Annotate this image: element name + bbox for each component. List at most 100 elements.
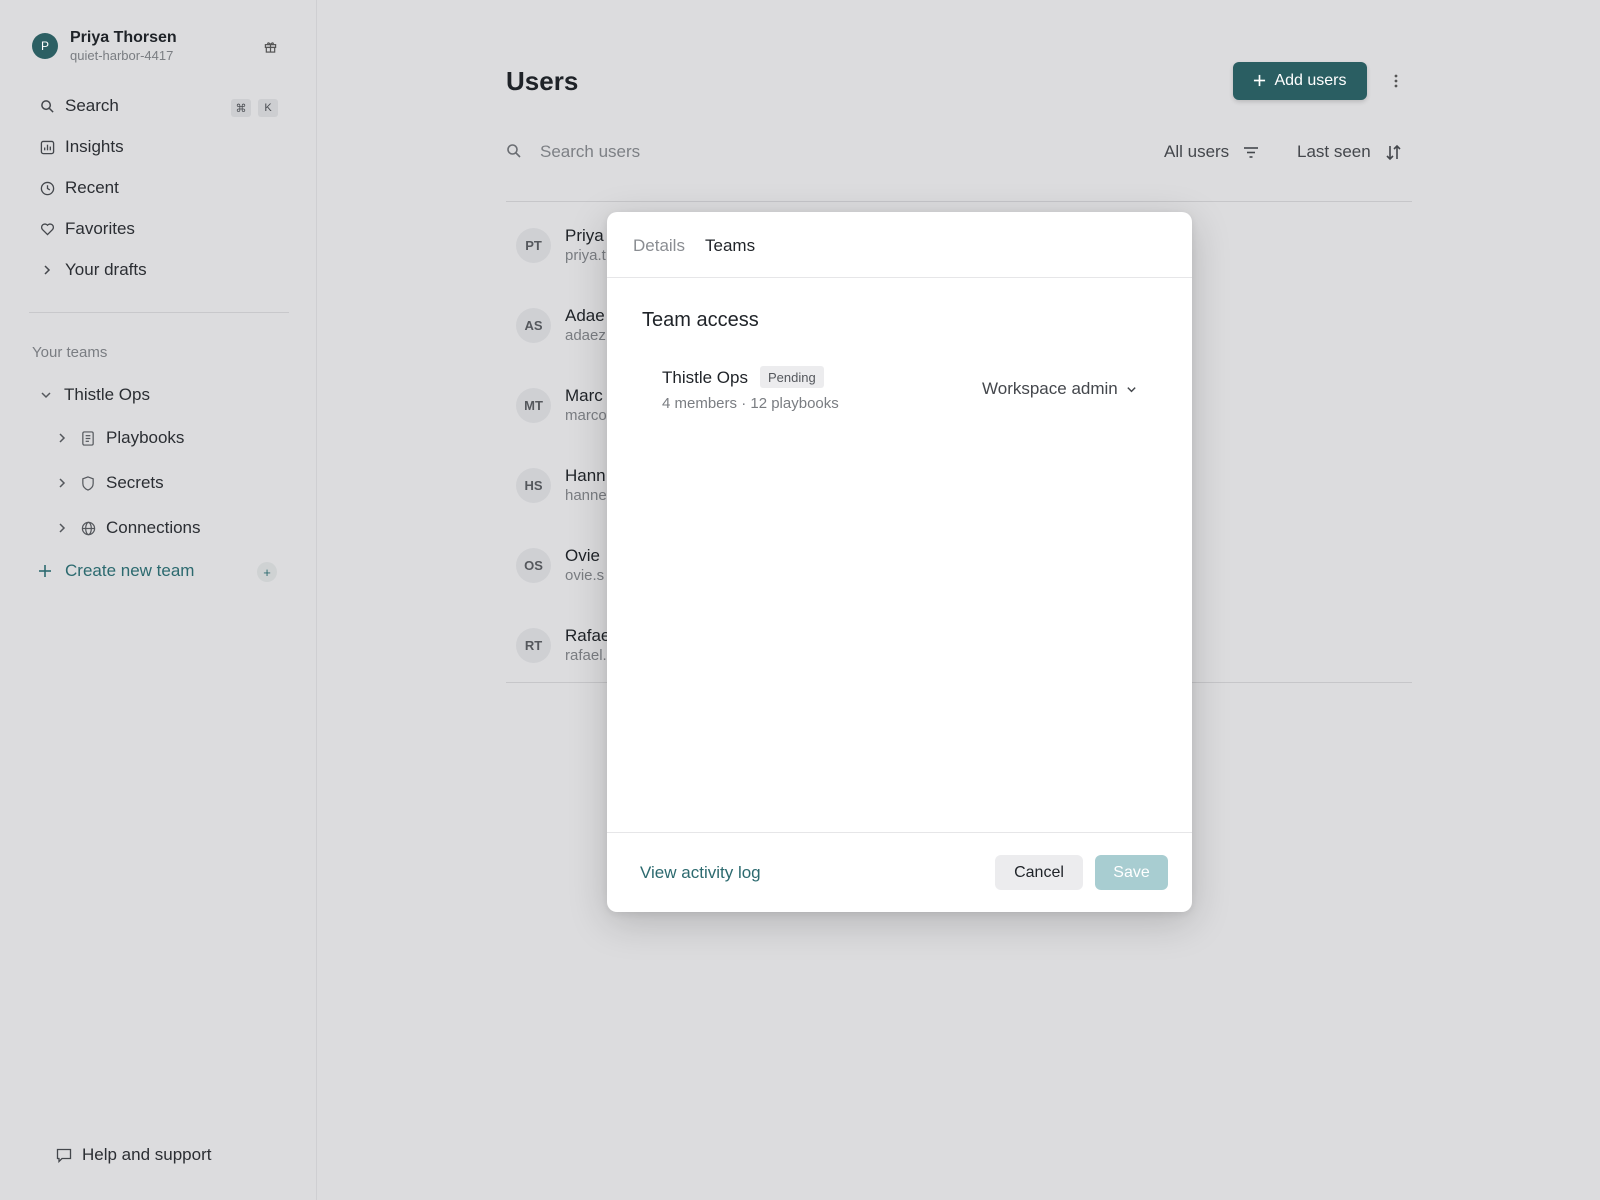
table-row[interactable]: RT Rafae rafael. <box>516 625 610 666</box>
shield-icon <box>81 475 97 491</box>
sort-dropdown[interactable]: Last seen <box>1297 142 1402 162</box>
sidebar: P Priya Thorsen quiet-harbor-4417 Search… <box>0 0 317 1200</box>
avatar: RT <box>516 628 551 663</box>
chevron-right-icon <box>55 476 69 490</box>
globe-icon <box>81 521 97 536</box>
chevron-down-icon <box>1126 384 1137 395</box>
user-name: Rafae <box>565 626 611 645</box>
view-activity-log-link[interactable]: View activity log <box>640 863 761 883</box>
save-button[interactable]: Save <box>1095 855 1168 890</box>
sidebar-item-label: Your drafts <box>65 260 147 279</box>
sort-label: Last seen <box>1297 142 1371 161</box>
search-icon <box>38 97 56 115</box>
status-badge: Pending <box>760 366 824 388</box>
filter-icon <box>1243 146 1259 159</box>
chevron-down-icon <box>39 388 53 402</box>
chevron-right-icon <box>38 261 56 279</box>
role-value: Workspace admin <box>982 379 1118 398</box>
plus-icon <box>1253 71 1266 92</box>
account-switcher[interactable]: P Priya Thorsen quiet-harbor-4417 <box>32 28 177 64</box>
table-row[interactable]: PT Priya priya.t <box>516 225 606 266</box>
modal-footer: View activity log Cancel Save <box>607 832 1192 912</box>
divider <box>29 312 289 313</box>
team-name: Thistle Ops <box>662 368 748 387</box>
chart-icon <box>38 138 56 156</box>
add-users-label: Add users <box>1274 72 1347 89</box>
user-email: hanne <box>565 487 607 504</box>
user-email: marco <box>565 407 607 424</box>
users-toolbar: All users Last seen <box>506 136 1412 168</box>
clock-icon <box>38 179 56 197</box>
sort-icon <box>1385 144 1402 161</box>
user-modal: Details Teams Team access Thistle Ops Pe… <box>607 212 1192 912</box>
section-label-teams: Your teams <box>32 344 108 361</box>
tab-teams[interactable]: Teams <box>705 236 755 256</box>
shortcut-key: ⌘ <box>231 99 251 117</box>
user-name: Marc <box>565 386 603 405</box>
help-label: Help and support <box>82 1145 212 1164</box>
avatar: PT <box>516 228 551 263</box>
sidebar-item-connections[interactable]: Connections <box>55 518 201 538</box>
page-title: Users <box>506 66 579 96</box>
table-row[interactable]: AS Adae adaez <box>516 305 606 346</box>
heart-icon <box>38 220 56 238</box>
chevron-right-icon <box>55 431 69 445</box>
avatar: P <box>32 33 58 59</box>
cancel-button[interactable]: Cancel <box>995 855 1083 890</box>
sidebar-item-recent[interactable]: Recent <box>38 178 119 198</box>
modal-tabs: Details Teams <box>607 212 1192 278</box>
user-name: Priya <box>565 226 604 245</box>
sidebar-item-insights[interactable]: Insights <box>38 137 124 157</box>
more-options-icon[interactable] <box>1386 70 1406 92</box>
sidebar-item-label: Connections <box>106 518 201 537</box>
chat-icon <box>56 1148 72 1163</box>
document-icon <box>81 430 97 446</box>
user-name: Hann <box>565 466 606 485</box>
search-users-input[interactable] <box>540 138 1040 166</box>
team-thistle-ops[interactable]: Thistle Ops <box>39 385 150 405</box>
gift-icon[interactable] <box>262 38 278 54</box>
create-team-link[interactable]: Create new team <box>38 561 194 581</box>
avatar: MT <box>516 388 551 423</box>
sidebar-item-playbooks[interactable]: Playbooks <box>55 428 184 448</box>
user-email: adaez <box>565 327 606 344</box>
sidebar-item-label: Search <box>65 96 119 115</box>
shortcut-key: K <box>258 99 278 117</box>
table-row[interactable]: HS Hann hanne <box>516 465 607 506</box>
create-team-button[interactable]: + <box>257 562 277 582</box>
sidebar-item-secrets[interactable]: Secrets <box>55 473 164 493</box>
sidebar-item-drafts[interactable]: Your drafts <box>38 260 147 280</box>
account-name: Priya Thorsen <box>70 29 177 46</box>
table-row[interactable]: MT Marc marco <box>516 385 607 426</box>
user-name: Adae <box>565 306 605 325</box>
plus-icon <box>38 564 54 578</box>
search-icon <box>506 143 522 164</box>
section-title: Team access <box>642 309 759 331</box>
sidebar-item-label: Secrets <box>106 473 164 492</box>
user-email: priya.t <box>565 247 606 264</box>
sidebar-item-label: Playbooks <box>106 428 185 447</box>
create-team-label: Create new team <box>65 561 195 580</box>
tab-details[interactable]: Details <box>633 236 685 256</box>
sidebar-item-label: Recent <box>65 178 119 197</box>
team-meta: 4 members · 12 playbooks <box>662 395 839 412</box>
sidebar-item-label: Insights <box>65 137 124 156</box>
avatar: AS <box>516 308 551 343</box>
filter-label: All users <box>1164 142 1230 161</box>
help-support-link[interactable]: Help and support <box>56 1145 211 1165</box>
sidebar-item-favorites[interactable]: Favorites <box>38 219 135 239</box>
avatar: OS <box>516 548 551 583</box>
filter-dropdown[interactable]: All users <box>1164 142 1259 162</box>
user-email: rafael. <box>565 647 607 664</box>
add-users-button[interactable]: Add users <box>1233 62 1367 100</box>
sidebar-item-search[interactable]: Search <box>38 96 119 116</box>
divider <box>506 201 1412 202</box>
avatar: HS <box>516 468 551 503</box>
workspace-name: quiet-harbor-4417 <box>70 48 174 63</box>
role-select[interactable]: Workspace admin <box>982 379 1137 399</box>
chevron-right-icon <box>55 521 69 535</box>
team-label: Thistle Ops <box>64 385 150 404</box>
team-access-row: Thistle Ops Pending 4 members · 12 playb… <box>662 366 1142 416</box>
table-row[interactable]: OS Ovie ovie.s <box>516 545 604 586</box>
user-name: Ovie <box>565 546 600 565</box>
